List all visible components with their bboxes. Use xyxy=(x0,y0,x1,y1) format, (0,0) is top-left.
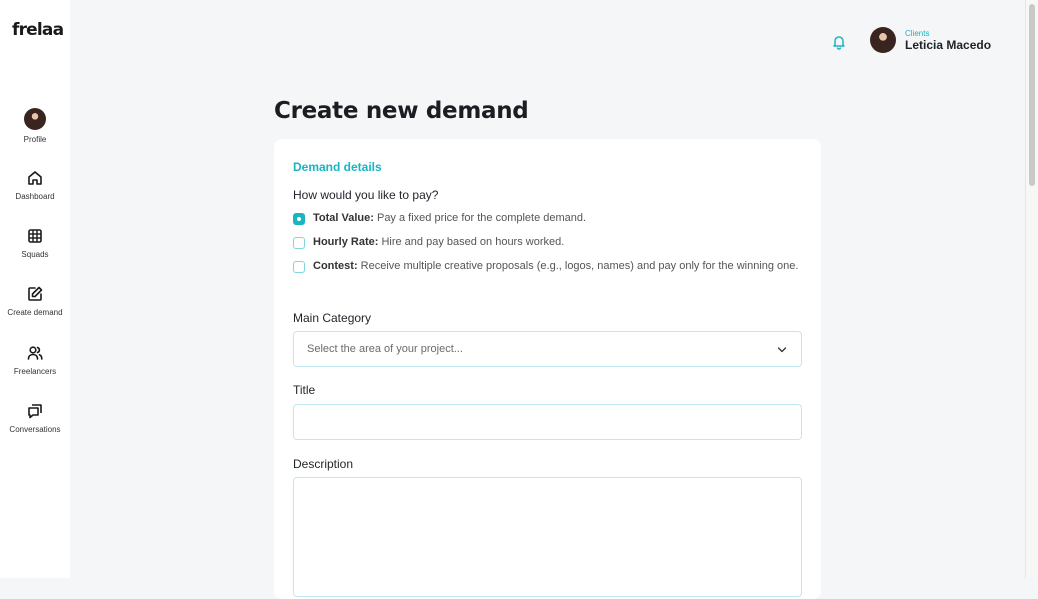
sidebar-item-freelancers[interactable]: Freelancers xyxy=(0,344,70,376)
sidebar-item-label: Profile xyxy=(23,135,47,144)
user-role: Clients xyxy=(905,28,930,38)
user-avatar xyxy=(870,27,896,53)
page-title: Create new demand xyxy=(274,98,529,124)
scrollbar-thumb[interactable] xyxy=(1029,4,1035,186)
sidebar-item-create-demand[interactable]: Create demand xyxy=(0,285,70,317)
sidebar-item-label: Squads xyxy=(21,250,49,259)
sidebar-item-squads[interactable]: Squads xyxy=(0,227,70,259)
users-icon xyxy=(27,346,43,360)
payment-option-text: Hourly Rate: Hire and pay based on hours… xyxy=(313,234,564,251)
demand-form-card: Demand details How would you like to pay… xyxy=(274,139,821,599)
payment-option-text: Contest: Receive multiple creative propo… xyxy=(313,258,798,275)
description-textarea[interactable] xyxy=(293,477,802,597)
category-label: Main Category xyxy=(293,311,372,325)
section-title: Demand details xyxy=(293,160,382,174)
payment-option-hourly-rate[interactable]: Hourly Rate: Hire and pay based on hours… xyxy=(293,236,808,251)
option-title: Contest: xyxy=(313,260,358,272)
payment-checkbox[interactable] xyxy=(293,213,305,225)
payment-checkbox[interactable] xyxy=(293,261,305,273)
payment-checkbox[interactable] xyxy=(293,237,305,249)
user-name: Leticia Macedo xyxy=(905,37,992,52)
option-title: Total Value: xyxy=(313,212,374,224)
title-input[interactable] xyxy=(293,404,802,440)
category-placeholder: Select the area of your project... xyxy=(307,343,463,355)
sidebar-item-dashboard[interactable]: Dashboard xyxy=(0,169,70,201)
profile-avatar xyxy=(24,108,46,130)
chevron-down-icon xyxy=(777,347,787,353)
edit-icon xyxy=(28,286,43,301)
sidebar-item-label: Create demand xyxy=(7,308,63,317)
title-label: Title xyxy=(293,383,316,397)
sidebar-item-label: Conversations xyxy=(9,425,61,434)
payment-question: How would you like to pay? xyxy=(293,188,439,202)
option-description: Pay a fixed price for the complete deman… xyxy=(373,212,587,224)
payment-option-contest[interactable]: Contest: Receive multiple creative propo… xyxy=(293,260,808,275)
bell-icon[interactable] xyxy=(831,34,847,50)
payment-option-total-value[interactable]: Total Value: Pay a fixed price for the c… xyxy=(293,212,808,227)
sidebar-item-conversations[interactable]: Conversations xyxy=(0,402,70,434)
chat-icon xyxy=(28,404,42,419)
option-description: Hire and pay based on hours worked. xyxy=(378,236,565,248)
sidebar: frelaa Profile Dashboard Squads Create d… xyxy=(0,0,70,578)
category-select[interactable]: Select the area of your project... xyxy=(293,331,802,367)
frelaa-logo[interactable]: frelaa xyxy=(12,20,64,40)
payment-option-text: Total Value: Pay a fixed price for the c… xyxy=(313,210,586,227)
user-menu[interactable]: Clients Leticia Macedo xyxy=(870,27,991,53)
sidebar-item-profile[interactable]: Profile xyxy=(0,108,70,144)
sidebar-item-label: Dashboard xyxy=(15,192,55,201)
page-scrollbar[interactable] xyxy=(1025,0,1038,578)
description-label: Description xyxy=(293,457,354,471)
sidebar-item-label: Freelancers xyxy=(13,367,57,376)
option-description: Receive multiple creative proposals (e.g… xyxy=(357,260,799,272)
option-title: Hourly Rate: xyxy=(313,236,379,248)
home-icon xyxy=(28,171,42,185)
grid-icon xyxy=(28,229,42,243)
